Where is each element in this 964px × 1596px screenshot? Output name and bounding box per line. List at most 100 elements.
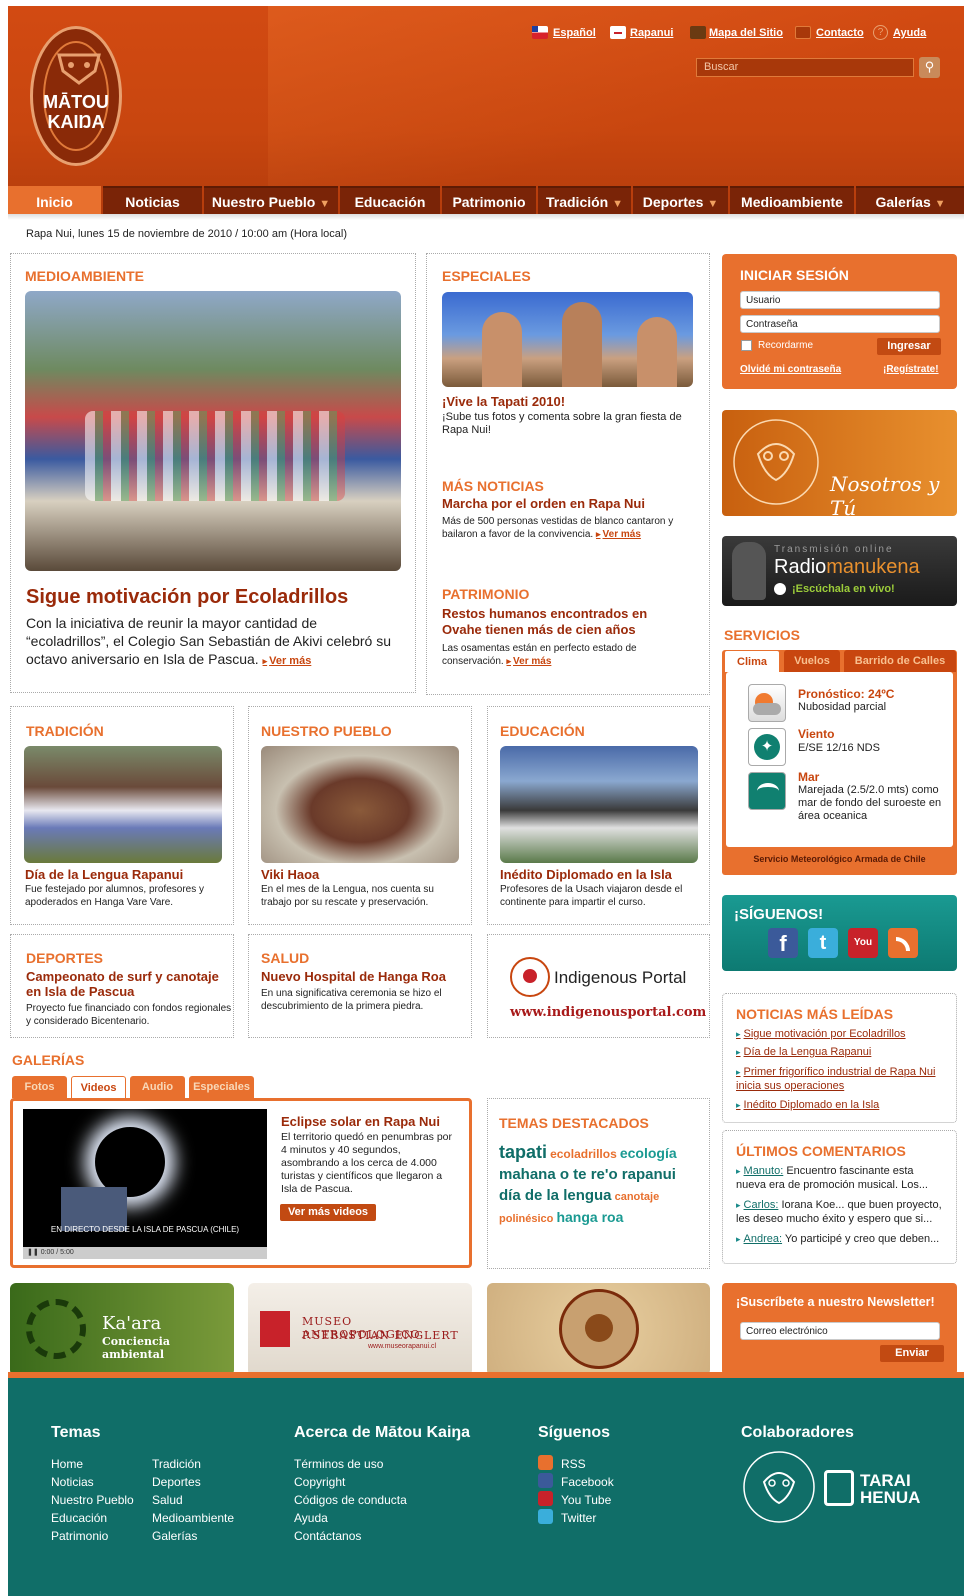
forgot-password-link[interactable]: Olvidé mi contraseña [740, 364, 841, 375]
ver-mas-link[interactable]: Ver más [263, 655, 312, 667]
tag-link[interactable]: ecoladrillos [550, 1147, 617, 1161]
tab-barrido[interactable]: Barrido de Calles [844, 650, 956, 672]
article-headline[interactable]: Inédito Diplomado en la Isla [500, 867, 672, 882]
lang-rapanui-link[interactable]: Rapanui [630, 27, 673, 39]
login-button[interactable]: Ingresar [877, 338, 941, 355]
password-field[interactable]: Contraseña [740, 315, 940, 333]
play-icon[interactable] [774, 583, 786, 595]
username-field[interactable]: Usuario [740, 291, 940, 309]
tab-clima[interactable]: Clima [724, 650, 780, 672]
footer-link[interactable]: Galerías [152, 1529, 197, 1543]
footer-social-link[interactable]: Facebook [561, 1475, 614, 1489]
footer-link[interactable]: Salud [152, 1493, 183, 1507]
tradicion-photo[interactable] [24, 746, 222, 863]
tag-link[interactable]: polinésico [499, 1213, 553, 1225]
kaara-banner[interactable]: Ka'ara Conciencia ambiental [10, 1283, 234, 1376]
video-headline[interactable]: Eclipse solar en Rapa Nui [281, 1114, 440, 1129]
footer-link[interactable]: Patrimonio [51, 1529, 108, 1543]
ver-mas-link[interactable]: Ver más [506, 656, 551, 667]
footer-social-link[interactable]: You Tube [561, 1493, 611, 1507]
baul-banner[interactable] [487, 1283, 710, 1376]
municipality-seal-icon[interactable] [740, 1448, 818, 1526]
tag-link[interactable]: mahana o te re'o rapanui [499, 1166, 676, 1183]
contact-link[interactable]: Contacto [816, 27, 864, 39]
nav-tab-tradicion[interactable]: Tradición ▼ [538, 186, 631, 214]
tapati-photo[interactable] [442, 292, 693, 387]
mas-leidas-item[interactable]: Primer frigorífico industrial de Rapa Nu… [736, 1065, 946, 1093]
viki-haoa-photo[interactable] [261, 746, 459, 863]
indigenous-portal-banner[interactable]: Indigenous Portal www.indigenousportal.c… [487, 934, 710, 1038]
nav-tab-educacion[interactable]: Educación [340, 186, 440, 214]
tab-audio[interactable]: Audio [130, 1076, 185, 1098]
facebook-icon[interactable]: f [768, 928, 798, 958]
article-headline[interactable]: Nuevo Hospital de Hanga Roa [261, 969, 446, 984]
newsletter-submit-button[interactable]: Enviar [880, 1345, 944, 1362]
nav-tab-deportes[interactable]: Deportes ▼ [633, 186, 728, 214]
nav-tab-inicio[interactable]: Inicio [8, 186, 101, 214]
diplomado-photo[interactable] [500, 746, 698, 863]
tarai-henua-text[interactable]: TARAI [860, 1472, 911, 1489]
video-player[interactable]: EN DIRECTO DESDE LA ISLA DE PASCUA (CHIL… [23, 1109, 267, 1259]
tag-link[interactable]: hanga roa [556, 1209, 623, 1225]
article-headline[interactable]: ¡Vive la Tapati 2010! [442, 394, 565, 409]
mas-leidas-item[interactable]: Inédito Diplomado en la Isla [736, 1098, 880, 1112]
article-headline[interactable]: Día de la Lengua Rapanui [25, 867, 183, 882]
tab-fotos[interactable]: Fotos [12, 1076, 67, 1098]
tag-link[interactable]: día de la lengua [499, 1187, 612, 1204]
ver-mas-videos-button[interactable]: Ver más videos [280, 1204, 376, 1221]
article-headline[interactable]: Viki Haoa [261, 867, 319, 882]
comment-user-link[interactable]: Carlos: [744, 1199, 779, 1211]
youtube-icon[interactable]: You [848, 928, 878, 958]
mas-leidas-item[interactable]: Día de la Lengua Rapanui [736, 1045, 872, 1059]
comment-user-link[interactable]: Manuto: [744, 1165, 784, 1177]
footer-social-link[interactable]: RSS [561, 1457, 586, 1471]
footer-link[interactable]: Nuestro Pueblo [51, 1493, 134, 1507]
nav-tab-patrimonio[interactable]: Patrimonio [442, 186, 536, 214]
municipalidad-banner[interactable]: Nosotros y Tú [722, 410, 957, 516]
twitter-icon[interactable]: t [808, 928, 838, 958]
tag-link[interactable]: tapati [499, 1142, 547, 1162]
sitemap-link[interactable]: Mapa del Sitio [709, 27, 783, 39]
video-controls[interactable]: ❚❚ 0:00 / 5:00 [23, 1247, 267, 1259]
footer-social-link[interactable]: Twitter [561, 1511, 596, 1525]
footer-link[interactable]: Copyright [294, 1475, 345, 1489]
footer-link[interactable]: Noticias [51, 1475, 94, 1489]
museo-banner[interactable]: MUSEO ANTROPOLOGICO P.SEBASTIAN ENGLERT … [248, 1283, 472, 1376]
lang-espanol-link[interactable]: Español [553, 27, 596, 39]
article-headline[interactable]: Marcha por el orden en Rapa Nui [442, 496, 645, 511]
nav-tab-medioambiente[interactable]: Medioambiente [730, 186, 854, 214]
footer-link[interactable]: Ayuda [294, 1511, 328, 1525]
ver-mas-link[interactable]: Ver más [596, 529, 641, 540]
nav-tab-galerias[interactable]: Galerías ▼ [856, 186, 964, 214]
tab-vuelos[interactable]: Vuelos [784, 650, 840, 672]
mas-leidas-item[interactable]: Sigue motivación por Ecoladrillos [736, 1027, 906, 1041]
search-input[interactable]: Buscar [696, 58, 914, 77]
radio-banner[interactable]: Transmisión online Radiomanukena ¡Escúch… [722, 536, 957, 606]
nav-tab-nuestro-pueblo[interactable]: Nuestro Pueblo ▼ [204, 186, 338, 214]
footer-link[interactable]: Educación [51, 1511, 107, 1525]
article-headline[interactable]: Restos humanos encontrados en Ovahe tien… [442, 606, 682, 638]
tag-link[interactable]: ecología [620, 1145, 677, 1161]
tarai-henua-text[interactable]: HENUA [860, 1489, 920, 1506]
newsletter-email-field[interactable]: Correo electrónico [740, 1322, 940, 1340]
tab-especiales[interactable]: Especiales [189, 1076, 254, 1098]
site-logo[interactable]: MĀTOU KAIŊA [30, 26, 122, 166]
search-button[interactable]: ⚲ [919, 57, 940, 78]
footer-link[interactable]: Tradición [152, 1457, 201, 1471]
help-link[interactable]: Ayuda [893, 27, 926, 39]
remember-checkbox[interactable] [741, 340, 752, 351]
nav-tab-noticias[interactable]: Noticias [103, 186, 202, 214]
ecoladrillos-photo[interactable] [25, 291, 401, 571]
footer-link[interactable]: Términos de uso [294, 1457, 383, 1471]
play-pause-icon[interactable]: ❚❚ [27, 1249, 39, 1256]
tag-link[interactable]: canotaje [615, 1191, 660, 1203]
article-headline[interactable]: Sigue motivación por Ecoladrillos [26, 586, 348, 609]
comment-user-link[interactable]: Andrea: [744, 1233, 783, 1245]
radio-cta[interactable]: ¡Escúchala en vivo! [792, 583, 895, 595]
footer-link[interactable]: Medioambiente [152, 1511, 234, 1525]
footer-link[interactable]: Home [51, 1457, 83, 1471]
footer-link[interactable]: Contáctanos [294, 1529, 361, 1543]
article-headline[interactable]: Campeonato de surf y canotaje en Isla de… [26, 969, 231, 999]
footer-link[interactable]: Deportes [152, 1475, 201, 1489]
footer-link[interactable]: Códigos de conducta [294, 1493, 407, 1507]
